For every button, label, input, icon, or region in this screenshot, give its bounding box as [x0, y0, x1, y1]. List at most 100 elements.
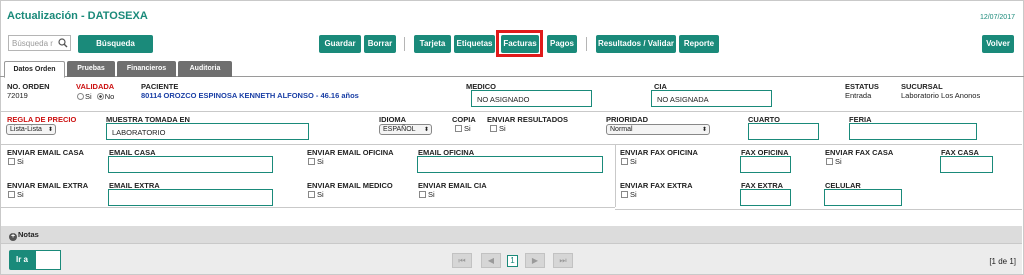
prev-page-icon[interactable]: ◀	[481, 253, 501, 268]
tab-financieros[interactable]: Financieros	[117, 61, 176, 77]
regla-precio-select[interactable]: Lista-Lista ⬍	[6, 124, 56, 135]
copia-checkbox[interactable]: Si	[455, 124, 471, 133]
row-divider	[1, 144, 1022, 145]
search-icon[interactable]	[58, 38, 68, 48]
reporte-button[interactable]: Reporte	[679, 35, 719, 53]
validada-si-label: Si	[85, 92, 92, 101]
feria-field[interactable]	[849, 123, 977, 140]
checkbox-box[interactable]	[826, 158, 833, 165]
enviar-email-casa-label: ENVIAR EMAIL CASA	[7, 148, 84, 157]
notas-label: Notas	[18, 230, 39, 239]
row-divider	[615, 209, 1022, 210]
fax-casa-field[interactable]	[940, 156, 993, 173]
resultados-validar-button[interactable]: Resultados / Validar	[596, 35, 676, 53]
column-divider	[615, 144, 616, 207]
tab-datos-orden[interactable]: Datos Orden	[4, 61, 65, 78]
email-oficina-field[interactable]	[417, 156, 603, 173]
notas-bar[interactable]	[1, 226, 1022, 243]
checkbox-box[interactable]	[419, 191, 426, 198]
guardar-button[interactable]: Guardar	[319, 35, 361, 53]
si-label: Si	[428, 190, 435, 199]
enviar-email-extra-checkbox[interactable]: Si	[8, 190, 24, 199]
sucursal-value: Laboratorio Los Anonos	[901, 91, 981, 100]
last-page-icon[interactable]: ⏭	[553, 253, 573, 268]
medico-field[interactable]: NO ASIGNADO	[471, 90, 592, 107]
tab-pruebas[interactable]: Pruebas	[67, 61, 115, 77]
toolbar-separator	[586, 37, 587, 51]
muestra-field[interactable]: LABORATORIO	[106, 123, 309, 140]
enviar-fax-extra-label: ENVIAR FAX EXTRA	[620, 181, 693, 190]
volver-button[interactable]: Volver	[982, 35, 1014, 53]
page-info: [1 de 1]	[989, 257, 1016, 266]
enviar-fax-casa-label: ENVIAR FAX CASA	[825, 148, 894, 157]
si-label: Si	[317, 157, 324, 166]
current-page[interactable]: 1	[507, 255, 518, 267]
validada-label: VALIDADA	[76, 82, 115, 91]
prioridad-select[interactable]: Normal ⬍	[606, 124, 710, 135]
date-label: 12/07/2017	[979, 14, 1015, 21]
search-input[interactable]: Búsqueda r	[8, 35, 71, 51]
busqueda-dinamica-button[interactable]: Búsqueda dinámica	[78, 35, 153, 66]
checkbox-box[interactable]	[490, 125, 497, 132]
enviar-fax-oficina-checkbox[interactable]: Si	[621, 157, 637, 166]
first-page-icon[interactable]: ⏮	[452, 253, 472, 268]
paciente-label: PACIENTE	[141, 82, 179, 91]
checkbox-box[interactable]	[621, 191, 628, 198]
email-extra-field[interactable]	[108, 189, 273, 206]
prioridad-value: Normal	[610, 126, 633, 133]
enviar-fax-extra-checkbox[interactable]: Si	[621, 190, 637, 199]
prioridad-label: PRIORIDAD	[606, 115, 649, 124]
no-orden-label: NO. ORDEN	[7, 82, 50, 91]
si-label: Si	[835, 157, 842, 166]
tab-auditoria[interactable]: Auditoria	[178, 61, 232, 77]
enviar-resultados-si-label: Si	[499, 124, 506, 133]
checkbox-box[interactable]	[308, 158, 315, 165]
fax-oficina-field[interactable]	[740, 156, 791, 173]
idioma-value: ESPAÑOL	[383, 126, 416, 133]
no-orden-value: 72019	[7, 91, 28, 100]
search-placeholder: Búsqueda r	[12, 39, 53, 48]
expand-plus-icon[interactable]: +	[9, 233, 17, 241]
borrar-button[interactable]: Borrar	[364, 35, 396, 53]
checkbox-box[interactable]	[8, 191, 15, 198]
pagos-button[interactable]: Pagos	[547, 35, 577, 53]
checkbox-box[interactable]	[621, 158, 628, 165]
enviar-resultados-checkbox[interactable]: Si	[490, 124, 506, 133]
estatus-value: Entrada	[845, 91, 872, 100]
ir-a-button[interactable]: Ir a	[9, 250, 35, 270]
enviar-fax-casa-checkbox[interactable]: Si	[826, 157, 842, 166]
enviar-email-casa-checkbox[interactable]: Si	[8, 157, 24, 166]
validada-si-radio[interactable]	[77, 93, 84, 100]
checkbox-box[interactable]	[308, 191, 315, 198]
idioma-select[interactable]: ESPAÑOL ⬍	[379, 124, 432, 135]
next-page-icon[interactable]: ▶	[525, 253, 545, 268]
enviar-email-cia-checkbox[interactable]: Si	[419, 190, 435, 199]
email-casa-field[interactable]	[108, 156, 273, 173]
checkbox-box[interactable]	[455, 125, 462, 132]
validada-no-radio[interactable]	[96, 93, 104, 100]
si-label: Si	[317, 190, 324, 199]
cuarto-field[interactable]	[748, 123, 819, 140]
enviar-resultados-label: ENVIAR RESULTADOS	[487, 115, 568, 124]
row-divider	[1, 111, 1022, 112]
ir-a-input[interactable]	[35, 250, 61, 270]
estatus-label: ESTATUS	[845, 82, 879, 91]
copia-si-label: Si	[464, 124, 471, 133]
etiquetas-button[interactable]: Etiquetas	[454, 35, 495, 53]
idioma-label: IDIOMA	[379, 115, 407, 124]
copia-label: COPIA	[452, 115, 476, 124]
celular-field[interactable]	[824, 189, 902, 206]
cia-field[interactable]: NO ASIGNADA	[651, 90, 772, 107]
enviar-email-oficina-checkbox[interactable]: Si	[308, 157, 324, 166]
notas-toggle[interactable]: + Notas	[9, 230, 39, 241]
sucursal-label: SUCURSAL	[901, 82, 943, 91]
regla-precio-value: Lista-Lista	[10, 126, 42, 133]
enviar-fax-oficina-label: ENVIAR FAX OFICINA	[620, 148, 698, 157]
facturas-highlight	[496, 30, 543, 57]
checkbox-box[interactable]	[8, 158, 15, 165]
tarjeta-button[interactable]: Tarjeta	[414, 35, 451, 53]
fax-extra-field[interactable]	[740, 189, 791, 206]
enviar-email-medico-checkbox[interactable]: Si	[308, 190, 324, 199]
select-arrow-icon: ⬍	[701, 127, 707, 133]
paciente-link[interactable]: 80114 OROZCO ESPINOSA KENNETH ALFONSO - …	[141, 91, 359, 100]
